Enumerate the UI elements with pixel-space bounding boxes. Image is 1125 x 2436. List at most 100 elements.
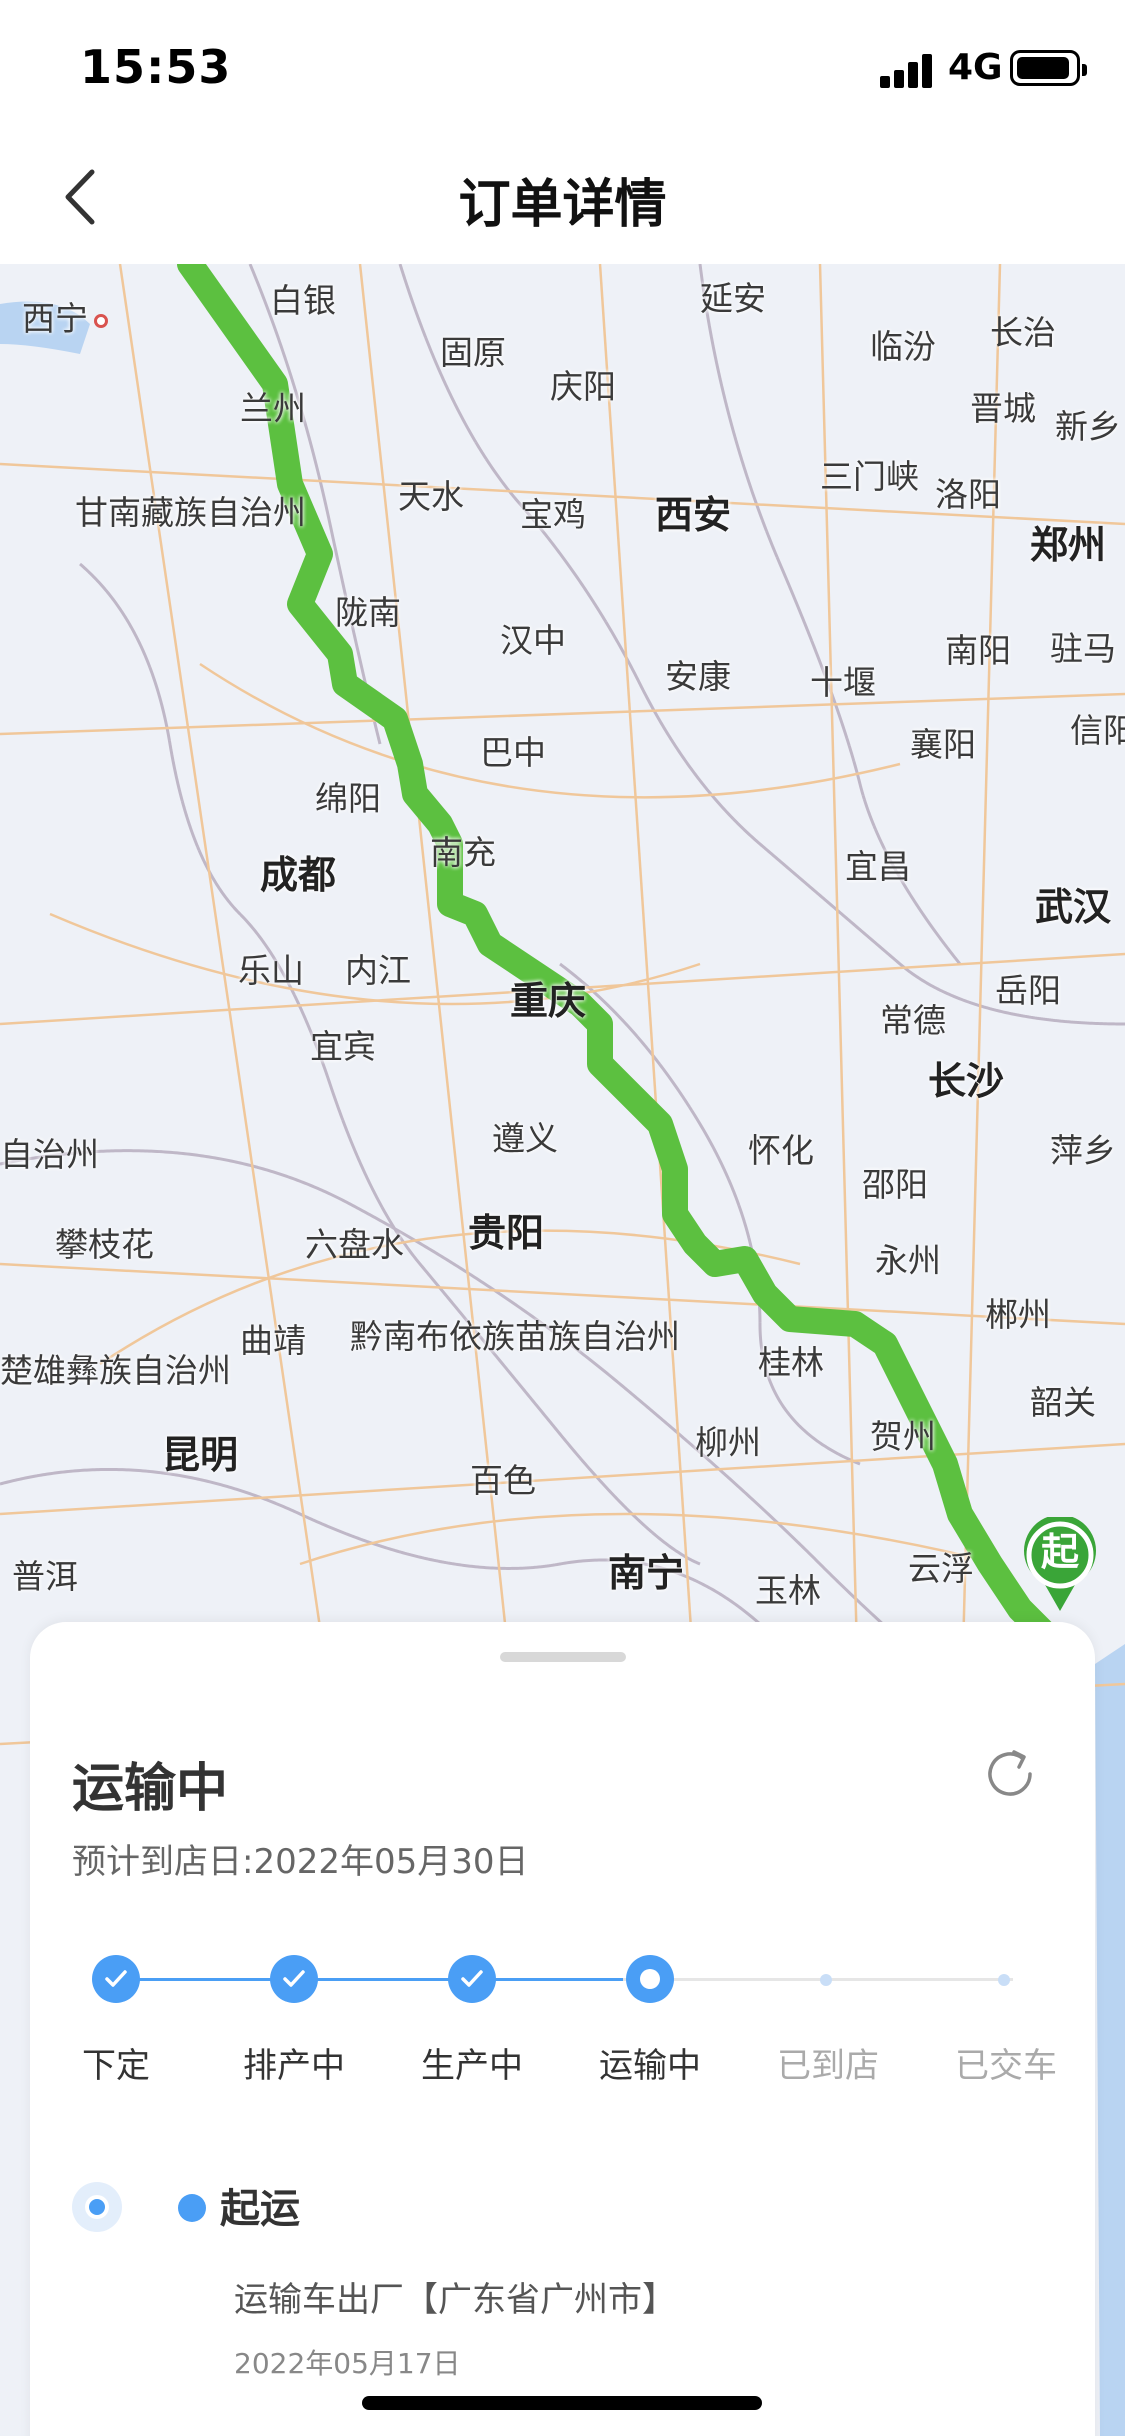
map-city: 临汾 <box>870 327 936 366</box>
map-city: 西宁 <box>22 292 114 340</box>
step-current-node <box>626 1955 674 2003</box>
map-city: 洛阳 <box>935 475 1001 514</box>
step-done-node <box>448 1955 496 2003</box>
map-city: 郑州 <box>1030 523 1107 567</box>
map-city: 桂林 <box>758 1343 824 1382</box>
map-city: 云浮 <box>908 1549 974 1588</box>
map-city: 安康 <box>665 657 731 696</box>
step-pending-node <box>820 1974 832 1986</box>
status-bar: 15:53 4G <box>0 0 1125 132</box>
map-city: 长治 <box>990 313 1056 352</box>
step-label: 已到店 <box>777 2046 879 2086</box>
map-city: 萍乡 <box>1050 1131 1116 1170</box>
map-city: 十堰 <box>810 663 876 702</box>
map-city: 百色 <box>470 1461 536 1500</box>
sheet-grabber[interactable] <box>500 1652 626 1662</box>
map-city: 绵阳 <box>315 779 381 818</box>
check-icon <box>105 1970 127 1987</box>
step-label: 已交车 <box>955 2046 1057 2086</box>
page-title: 订单详情 <box>458 175 667 235</box>
map-city: 晋城 <box>970 389 1036 428</box>
order-progress-steps: 下定 排产中 生产中 运输中 已到店 已交车 <box>30 1938 1095 2086</box>
map-city: 自治州 <box>0 1135 99 1174</box>
progress-line-pending <box>623 1978 1013 1981</box>
map-city: 南充 <box>430 833 496 872</box>
map-city: 韶关 <box>1030 1383 1096 1422</box>
nav-bar: 订单详情 <box>0 132 1125 264</box>
map-city: 天水 <box>398 477 464 516</box>
event-title: 起运 <box>220 2186 300 2232</box>
map-city: 长沙 <box>928 1059 1005 1103</box>
map-city: 宜宾 <box>310 1027 376 1066</box>
event-description: 运输车出厂【广东省广州市】 <box>234 2280 676 2320</box>
map-city: 宜昌 <box>845 847 911 886</box>
step-label: 排产中 <box>243 2046 345 2086</box>
order-status-title: 运输中 <box>72 1759 229 1819</box>
step-label: 运输中 <box>599 2046 701 2086</box>
start-pin-label: 起 <box>1040 1530 1079 1574</box>
step-label: 下定 <box>82 2046 150 2086</box>
start-location-pin[interactable]: 起 <box>1022 1517 1098 1613</box>
map-city: 常德 <box>880 1001 946 1040</box>
map-city: 玉林 <box>755 1571 821 1610</box>
map-city: 信阳 <box>1070 711 1125 750</box>
map-city: 南宁 <box>608 1551 685 1595</box>
map-city: 贺州 <box>870 1417 936 1456</box>
map-city: 内江 <box>345 951 411 990</box>
signal-icon <box>880 52 936 88</box>
map-city: 汉中 <box>500 621 566 660</box>
map-city: 邵阳 <box>862 1165 928 1204</box>
map-city: 襄阳 <box>910 725 976 764</box>
map-city: 贵阳 <box>468 1211 545 1255</box>
map-city: 新乡 <box>1055 407 1121 446</box>
progress-line-done <box>116 1978 623 1981</box>
order-status-sheet: 运输中 预计到店日:2022年05月30日 下定 排产中 生产中 运输中 已到店… <box>30 1622 1095 2436</box>
map-city: 乐山 <box>238 951 304 990</box>
map-city: 武汉 <box>1035 885 1112 929</box>
map-city: 遵义 <box>492 1119 558 1158</box>
map-city: 驻马 <box>1050 629 1116 668</box>
map-city: 岳阳 <box>995 971 1061 1010</box>
map-city: 普洱 <box>12 1557 78 1596</box>
map-city: 成都 <box>260 853 337 897</box>
map-city: 永州 <box>875 1241 941 1280</box>
check-icon <box>461 1970 483 1987</box>
step-label: 生产中 <box>421 2046 523 2086</box>
map-city: 柳州 <box>695 1423 761 1462</box>
map-city: 白银 <box>270 281 336 320</box>
map-city: 黔南布依族苗族自治州 <box>350 1317 680 1356</box>
refresh-button[interactable] <box>978 1742 1042 1806</box>
event-status-dot <box>178 2194 206 2222</box>
refresh-icon <box>988 1750 1032 1796</box>
check-icon <box>283 1970 305 1987</box>
battery-icon <box>1010 50 1087 86</box>
step-done-node <box>92 1955 140 2003</box>
home-indicator[interactable] <box>362 2396 762 2410</box>
map-city: 南阳 <box>945 631 1011 670</box>
map-city: 三门峡 <box>820 457 919 496</box>
map-city: 巴中 <box>480 733 546 772</box>
map-city: 楚雄彝族自治州 <box>0 1351 231 1390</box>
map-city: 陇南 <box>335 593 401 632</box>
map-city: 甘南藏族自治州 <box>75 493 306 532</box>
map-city: 延安 <box>700 279 766 318</box>
map-city: 昆明 <box>162 1433 239 1477</box>
map-city: 兰州 <box>240 389 306 428</box>
map-city: 曲靖 <box>240 1321 306 1360</box>
map-city: 郴州 <box>985 1295 1051 1334</box>
network-type: 4G <box>948 47 1003 88</box>
step-done-node <box>270 1955 318 2003</box>
map-city: 攀枝花 <box>55 1225 154 1264</box>
map-city: 庆阳 <box>550 367 616 406</box>
map-city: 西安 <box>655 493 732 537</box>
step-pending-node <box>998 1974 1010 1986</box>
event-date: 2022年05月17日 <box>234 2347 461 2380</box>
status-time: 15:53 <box>80 40 232 94</box>
map-city: 重庆 <box>510 979 587 1023</box>
timeline-marker-icon <box>72 2182 122 2232</box>
map-city: 宝鸡 <box>520 495 586 534</box>
estimated-arrival: 预计到店日:2022年05月30日 <box>72 1842 529 1882</box>
map-city: 六盘水 <box>305 1225 404 1264</box>
map-city: 固原 <box>440 333 506 372</box>
map-city: 怀化 <box>748 1131 814 1170</box>
